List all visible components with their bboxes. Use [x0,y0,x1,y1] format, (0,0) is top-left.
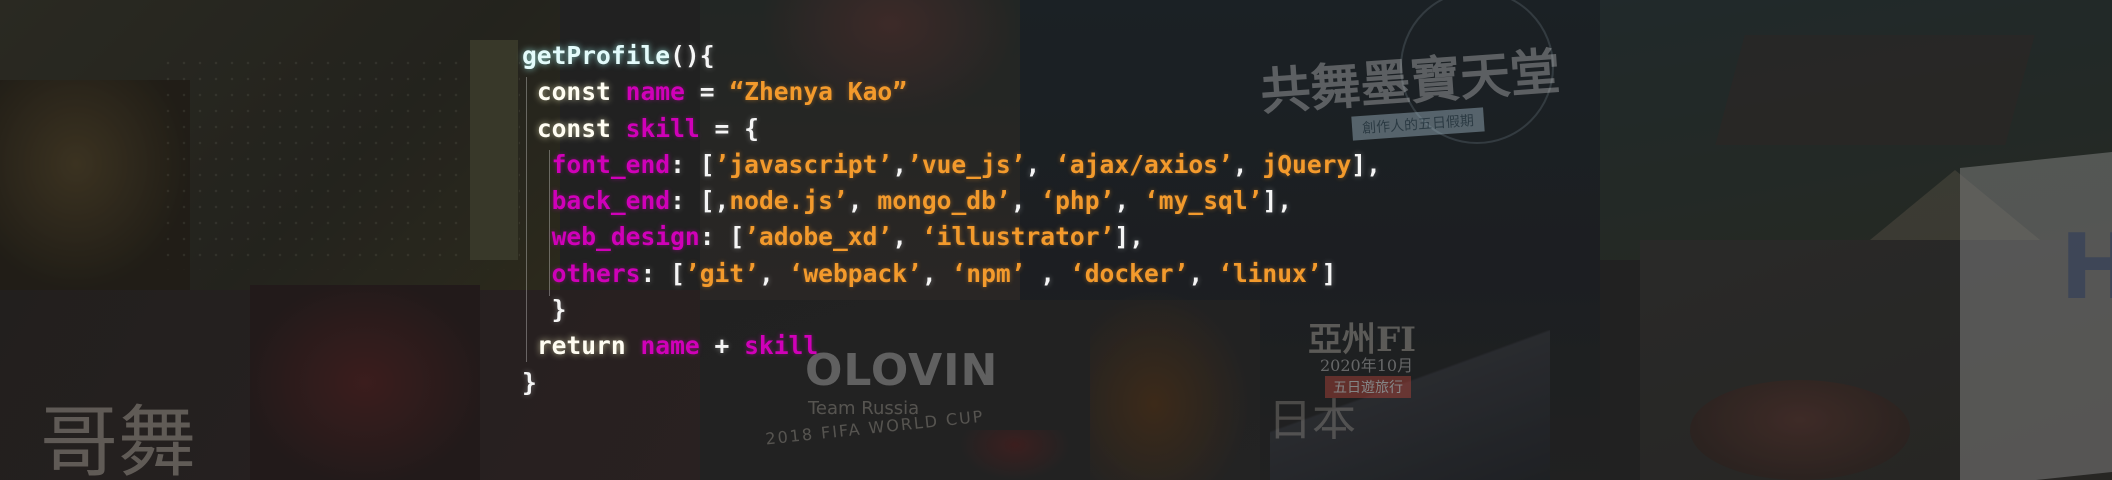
variable-name: skill [625,113,700,143]
variable-name: name [640,331,700,361]
punctuation: : [ [640,258,685,288]
keyword-const: const [536,113,611,143]
punctuation: ], [1351,149,1381,179]
punctuation: , [1025,149,1056,179]
punctuation: , [892,149,908,179]
function-name: getProfile [522,41,671,70]
punctuation: ], [1262,186,1293,216]
closing-brace: } [551,295,567,325]
collage-side-letter: H [2060,215,2112,320]
property-name: others [551,258,641,288]
property-name: web_design [551,222,700,252]
operator: + [699,331,745,361]
punctuation: , [1114,186,1144,216]
punctuation: : [ [699,222,745,252]
operator: = [684,77,730,107]
string-literal: ‘my_sql’ [1143,186,1263,216]
string-literal: jQuery [1262,149,1352,179]
code-line-5: back_end: [,node.js’, mongo_db’, ‘php’, … [522,183,1381,219]
code-line-7: others: [’git’, ‘webpack’, ‘npm’ , ‘dock… [522,256,1381,292]
operator: = { [699,113,759,143]
punctuation: , [1232,149,1263,179]
punctuation: : [ [670,149,715,179]
code-block: getProfile(){ const name = “Zhenya Kao” … [522,38,1381,401]
string-literal: ‘linux’ [1218,258,1322,288]
closing-brace: } [522,367,537,397]
string-literal: node.js’ [729,186,848,216]
keyword-return: return [536,331,626,361]
string-literal: ’vue_js’ [907,149,1026,179]
punctuation: ], [1114,222,1144,252]
string-literal: ’adobe_xd’ [744,222,893,252]
string-literal: ‘npm’ [951,258,1026,288]
code-line-1: getProfile(){ [522,38,1381,74]
punctuation: (){ [670,41,715,70]
punctuation: ] [1321,258,1337,288]
code-line-6: web_design: [’adobe_xd’, ‘illustrator’], [522,219,1381,255]
variable-name: name [625,77,685,107]
code-line-8: } [522,292,1381,328]
punctuation: , [758,258,789,288]
string-literal: mongo_db’ [877,186,1011,216]
string-literal: ‘php’ [1040,186,1115,216]
string-literal: “Zhenya Kao” [729,77,908,107]
code-line-4: font_end: [’javascript’,’vue_js’, ‘ajax/… [522,147,1381,183]
punctuation: , [1188,258,1219,288]
punctuation: , [1025,258,1070,288]
property-name: back_end [551,186,671,216]
punctuation: : [, [670,186,730,216]
string-literal: ‘ajax/axios’ [1055,149,1233,179]
variable-name: skill [744,331,819,361]
punctuation: , [1010,186,1041,216]
keyword-const: const [536,77,611,107]
code-line-9: return name + skill [522,328,1381,364]
string-literal: ’git’ [684,258,759,288]
punctuation: , [921,258,952,288]
string-literal: ‘webpack’ [788,258,922,288]
string-literal: ’javascript’ [714,149,893,179]
collage-brush-text: 哥舞 [40,398,197,480]
punctuation: , [847,186,878,216]
code-line-10: } [522,365,1381,401]
punctuation: , [892,222,922,252]
property-name: font_end [551,149,671,179]
code-line-2: const name = “Zhenya Kao” [522,74,1381,110]
code-line-3: const skill = { [522,111,1381,147]
string-literal: ‘illustrator’ [921,222,1115,252]
string-literal: ‘docker’ [1069,258,1189,288]
